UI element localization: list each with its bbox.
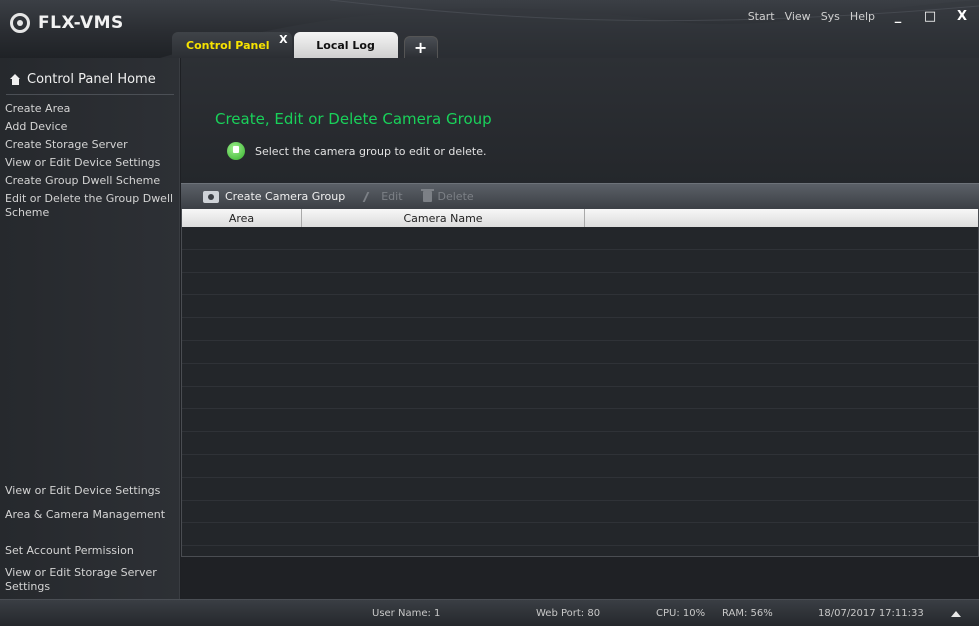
column-header-area[interactable]: Area: [182, 209, 302, 227]
app-logo-icon: [10, 13, 30, 33]
sidebar-item-view-edit-device-settings-2[interactable]: View or Edit Device Settings: [5, 482, 179, 500]
table-row: [182, 364, 978, 387]
status-bar: User Name: 1 Web Port: 80 CPU: 10% RAM: …: [0, 599, 979, 626]
status-datetime: 18/07/2017 17:11:33: [818, 608, 924, 619]
menu-sys[interactable]: Sys: [821, 10, 840, 23]
toolbar: Create Camera Group Edit Delete: [181, 183, 979, 209]
table-row: [182, 341, 978, 364]
tab-local-log[interactable]: Local Log: [293, 32, 398, 58]
control-panel-home-label: Control Panel Home: [27, 72, 156, 87]
table-row: [182, 387, 978, 410]
menu-view[interactable]: View: [785, 10, 811, 23]
sidebar-item-set-account-permission[interactable]: Set Account Permission: [5, 542, 179, 560]
sidebar-item-view-edit-device-settings[interactable]: View or Edit Device Settings: [5, 154, 177, 172]
sidebar-item-add-device[interactable]: Add Device: [5, 118, 177, 136]
camera-group-table: Area Camera Name: [181, 209, 979, 557]
delete-button[interactable]: Delete: [413, 184, 484, 210]
title-bar: FLX-VMS Control Panel X Local Log + Star…: [0, 0, 979, 58]
tab-control-panel[interactable]: Control Panel X: [172, 32, 292, 58]
sidebar-item-edit-delete-group-dwell-scheme[interactable]: Edit or Delete the Group Dwell Scheme: [5, 190, 177, 222]
info-icon: [227, 142, 245, 160]
sidebar-top-links: Create Area Add Device Create Storage Se…: [5, 100, 177, 222]
tab-close-icon[interactable]: X: [279, 33, 287, 46]
close-icon[interactable]: X: [951, 8, 973, 24]
table-row: [182, 478, 978, 501]
table-row: [182, 455, 978, 478]
sidebar: Control Panel Home Create Area Add Devic…: [0, 58, 180, 599]
maximize-icon[interactable]: □: [919, 8, 941, 24]
table-row: [182, 250, 978, 273]
edit-label: Edit: [381, 190, 403, 203]
pencil-icon: [362, 191, 378, 202]
menu-bar: Start View Sys Help: [748, 10, 875, 23]
sidebar-item-create-storage-server[interactable]: Create Storage Server: [5, 136, 177, 154]
status-ram: RAM: 56%: [722, 608, 773, 619]
page-title: Create, Edit or Delete Camera Group: [215, 110, 492, 128]
window-controls: _ □ X: [887, 8, 973, 24]
sidebar-item-area-camera-management[interactable]: Area & Camera Management: [5, 506, 179, 524]
table-header: Area Camera Name: [182, 209, 978, 227]
sidebar-bottom-links: View or Edit Device Settings Area & Came…: [5, 482, 179, 596]
status-user: User Name: 1: [372, 608, 441, 619]
status-cpu: CPU: 10%: [656, 608, 706, 619]
column-header-camera-name[interactable]: Camera Name: [302, 209, 585, 227]
status-web-port: Web Port: 80: [536, 608, 601, 619]
sidebar-divider: [6, 94, 174, 95]
delete-label: Delete: [437, 190, 474, 203]
sidebar-item-create-area[interactable]: Create Area: [5, 100, 177, 118]
tab-control-panel-label: Control Panel: [186, 38, 270, 52]
table-row: [182, 295, 978, 319]
table-row: [182, 273, 978, 296]
table-row: [182, 501, 978, 524]
table-row: [182, 523, 978, 547]
main-content: Create, Edit or Delete Camera Group Sele…: [181, 58, 979, 599]
home-icon: [10, 74, 21, 85]
control-panel-home-link[interactable]: Control Panel Home: [10, 72, 156, 87]
expand-up-icon[interactable]: [951, 611, 961, 617]
hint-text: Select the camera group to edit or delet…: [255, 144, 487, 158]
table-row: [182, 227, 978, 250]
hint-message: Select the camera group to edit or delet…: [227, 142, 487, 160]
camera-group-icon: [203, 190, 219, 203]
create-camera-group-label: Create Camera Group: [225, 190, 346, 203]
tab-bar: Control Panel X Local Log +: [172, 32, 438, 58]
menu-help[interactable]: Help: [850, 10, 875, 23]
main-header: Create, Edit or Delete Camera Group Sele…: [181, 58, 979, 183]
app-logo: FLX-VMS: [10, 13, 124, 33]
table-row: [182, 432, 978, 455]
minimize-icon[interactable]: _: [887, 8, 909, 24]
trash-icon: [420, 189, 434, 202]
sidebar-item-create-group-dwell-scheme[interactable]: Create Group Dwell Scheme: [5, 172, 177, 190]
title-bar-swoosh: [160, 0, 979, 58]
create-camera-group-button[interactable]: Create Camera Group: [193, 184, 355, 210]
app-title: FLX-VMS: [38, 13, 124, 33]
add-tab-button[interactable]: +: [403, 36, 438, 58]
menu-start[interactable]: Start: [748, 10, 775, 23]
edit-button[interactable]: Edit: [355, 184, 412, 210]
sidebar-item-view-edit-storage-server-settings[interactable]: View or Edit Storage Server Settings: [5, 564, 179, 596]
table-row: [182, 409, 978, 433]
table-row: [182, 318, 978, 341]
main-footer: [181, 557, 979, 599]
column-header-empty: [585, 209, 978, 227]
